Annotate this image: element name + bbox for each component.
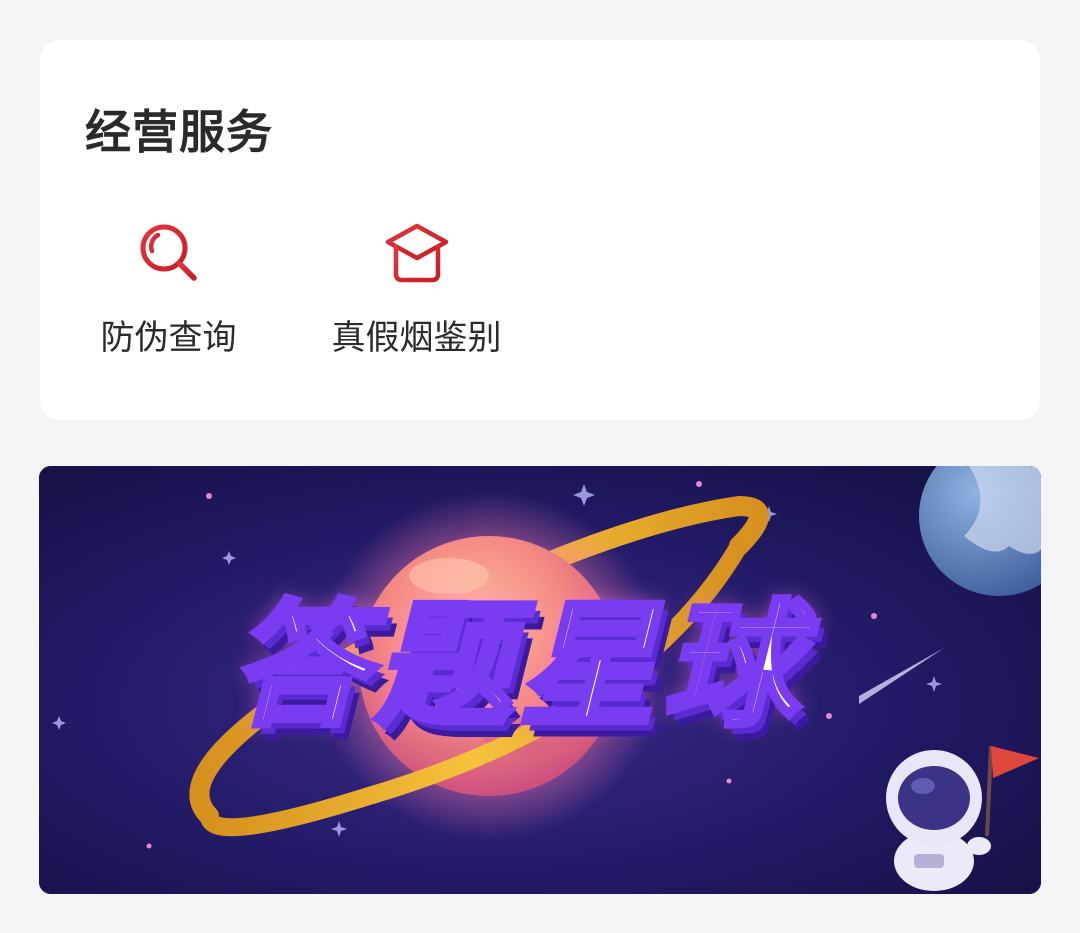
magnifier-icon [140,224,197,281]
cigarette-authentication-label: 真假烟鉴别 [331,318,502,358]
business-services-card: 经营服务 防伪查询 真假烟鉴别 [40,40,1040,420]
cigarette-authentication-button[interactable]: 真假烟鉴别 [324,220,509,359]
banner-title-text: 答题星球 [229,585,807,748]
card-title: 经营服务 [85,105,273,159]
anti-counterfeit-query-button[interactable]: 防伪查询 [96,220,241,359]
banner-title: 答题星球 [109,574,929,748]
graduation-cap-icon [385,223,448,283]
anti-counterfeit-query-label: 防伪查询 [100,318,237,358]
quiz-planet-banner[interactable]: 答题星球 [39,466,1041,894]
